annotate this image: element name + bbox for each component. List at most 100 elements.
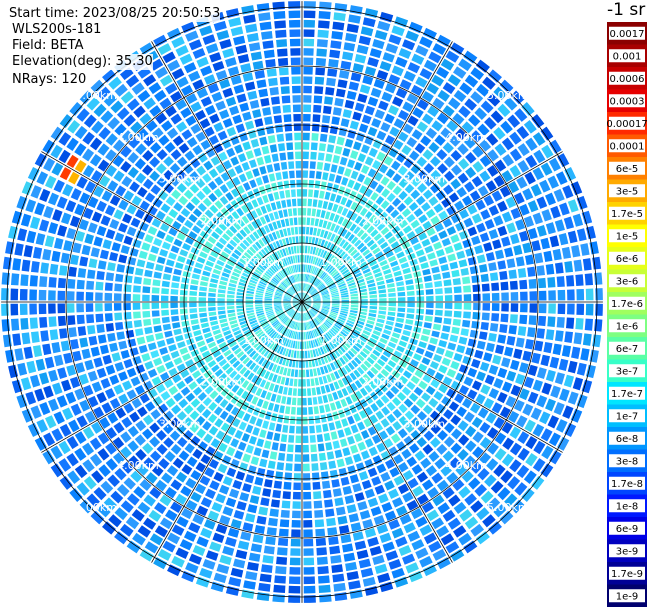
ppi-cell (350, 170, 359, 180)
ppi-cell (213, 572, 227, 584)
ppi-cell (329, 49, 341, 59)
ppi-cell (457, 420, 469, 432)
ppi-cell (332, 302, 340, 304)
ppi-cell (501, 381, 513, 393)
ppi-cell (337, 79, 348, 89)
ppi-cell (171, 524, 185, 536)
ppi-cell (302, 379, 306, 387)
ppi-cell (268, 77, 278, 87)
ppi-cell (302, 151, 309, 160)
colorbar-tick-label: 1.7e-6 (611, 299, 643, 310)
ppi-cell (416, 436, 427, 448)
ppi-cell (307, 245, 311, 254)
ppi-cell (427, 105, 440, 117)
ppi-cell (161, 354, 171, 363)
ppi-cell (160, 390, 171, 401)
ppi-cell (391, 265, 401, 272)
ppi-cell (303, 29, 315, 37)
ppi-cell (465, 152, 477, 164)
ppi-cell (391, 25, 405, 37)
ppi-cell (463, 311, 471, 319)
ppi-cell (185, 93, 198, 105)
ppi-cell (414, 225, 424, 235)
ppi-cell (585, 303, 594, 316)
ppi-cell (105, 229, 116, 240)
ppi-cell (332, 107, 342, 116)
ppi-cell (402, 329, 411, 337)
ppi-cell (311, 133, 319, 141)
ppi-cell (239, 102, 250, 112)
ppi-cell (344, 456, 354, 466)
ppi-cell (513, 399, 525, 412)
ppi-cell (209, 316, 218, 321)
ppi-cell (539, 411, 551, 425)
ppi-cell (290, 57, 301, 66)
ppi-cell (32, 246, 43, 259)
ppi-cell (38, 289, 47, 301)
ppi-cell (282, 424, 289, 433)
ppi-cell (541, 209, 552, 222)
ppi-cell (575, 274, 584, 286)
ppi-cell (124, 320, 133, 329)
ppi-cell (204, 488, 216, 500)
ppi-cell (411, 53, 425, 65)
ppi-cell (264, 478, 273, 488)
ppi-cell (443, 279, 452, 287)
ppi-cell (332, 440, 341, 449)
ppi-cell (422, 189, 433, 200)
ppi-cell (367, 467, 378, 478)
ppi-cell (430, 156, 441, 167)
ppi-cell (14, 243, 24, 256)
ppi-cell (107, 412, 119, 424)
ppi-cell (501, 236, 511, 247)
ppi-cell (437, 430, 448, 441)
ppi-cell (281, 500, 291, 509)
ppi-cell (292, 208, 297, 216)
ppi-cell (192, 48, 206, 59)
ppi-cell (418, 380, 428, 390)
ppi-cell (396, 286, 405, 292)
ppi-cell (435, 248, 445, 257)
ppi-cell (149, 156, 161, 168)
ppi-cell (313, 491, 322, 500)
ppi-cell (429, 259, 439, 267)
ppi-cell (39, 402, 51, 416)
ppi-cell (474, 244, 484, 255)
ppi-cell (298, 332, 301, 340)
ppi-cell (399, 513, 412, 525)
ppi-cell (42, 343, 52, 356)
ppi-cell (368, 286, 377, 291)
ppi-cell (421, 202, 431, 212)
ppi-cell (190, 101, 202, 113)
ppi-cell (441, 357, 451, 367)
ppi-cell (447, 342, 457, 351)
ppi-cell (369, 309, 377, 314)
ppi-cell (303, 595, 316, 603)
ppi-cell (291, 76, 301, 84)
ppi-cell (293, 217, 298, 226)
ppi-cell (315, 171, 322, 180)
ppi-cell (283, 209, 288, 218)
ppi-cell (87, 370, 98, 382)
ppi-cell (245, 302, 254, 305)
ppi-cell (391, 65, 404, 77)
field-label: Field: BETA (12, 38, 84, 54)
ppi-cell (549, 235, 560, 248)
ppi-cell (237, 153, 247, 163)
ppi-cell (406, 285, 415, 291)
ppi-cell (49, 263, 59, 275)
ppi-cell (433, 241, 443, 250)
ppi-cell (236, 302, 244, 306)
ppi-cell (198, 297, 207, 302)
ppi-cell (476, 340, 486, 350)
ppi-cell (245, 444, 255, 454)
ppi-cell (168, 208, 179, 219)
ppi-cell (395, 56, 408, 68)
ppi-cell (279, 443, 287, 452)
ppi-cell (494, 249, 505, 260)
ppi-cell (288, 595, 301, 603)
ppi-cell (417, 99, 429, 111)
ppi-cell (354, 433, 363, 443)
ppi-cell (123, 284, 132, 292)
ppi-cell (553, 188, 565, 202)
